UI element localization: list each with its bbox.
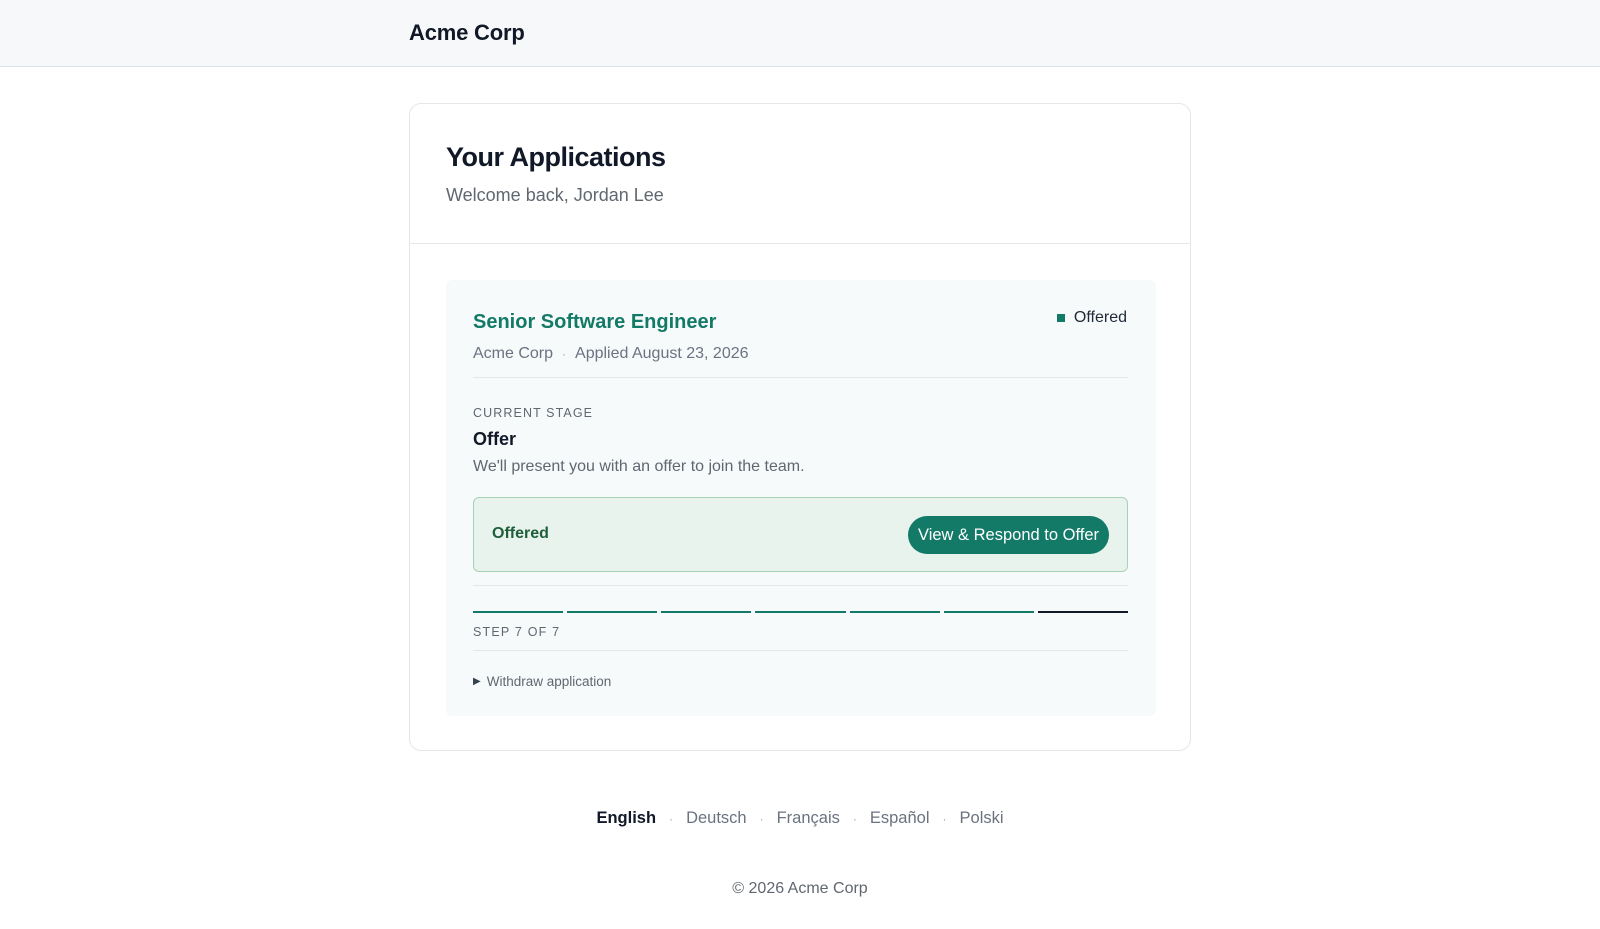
- applications-card: Your Applications Welcome back, Jordan L…: [409, 103, 1191, 751]
- divider: [473, 585, 1128, 586]
- language-switcher: English · Deutsch · Français · Español · Polski: [0, 809, 1600, 828]
- offer-status: Offered: [492, 525, 549, 542]
- stage-name: Offer: [473, 429, 517, 449]
- language-separator: ·: [852, 811, 857, 826]
- language-option[interactable]: Español: [870, 809, 930, 828]
- withdraw-application-toggle[interactable]: ▶ Withdraw application: [473, 674, 611, 689]
- brand-name[interactable]: Acme Corp: [409, 20, 525, 46]
- divider: [473, 377, 1128, 378]
- application-item: Senior Software Engineer Offered Acme Co…: [446, 280, 1156, 716]
- language-option[interactable]: English: [596, 809, 656, 828]
- applied-date: Applied August 23, 2026: [575, 345, 749, 362]
- view-respond-offer-button[interactable]: View & Respond to Offer: [908, 516, 1109, 554]
- withdraw-label: Withdraw application: [486, 674, 612, 689]
- language-separator: ·: [669, 811, 674, 826]
- language-option[interactable]: Deutsch: [686, 809, 747, 828]
- meta-separator: ·: [562, 347, 567, 361]
- company-name: Acme Corp: [473, 345, 554, 362]
- language-separator: ·: [942, 811, 947, 826]
- disclosure-triangle-icon: ▶: [473, 676, 481, 687]
- stage-description: We'll present you with an offer to join …: [473, 458, 805, 475]
- progress-segment: [567, 611, 658, 613]
- step-label: STEP 7 OF 7: [473, 625, 561, 639]
- progress-segment: [473, 611, 564, 613]
- language-option[interactable]: Français: [777, 809, 840, 828]
- status-badge: Offered: [1056, 309, 1127, 327]
- divider: [473, 650, 1128, 651]
- welcome-message: Welcome back, Jordan Lee: [446, 185, 664, 205]
- progress-segment: [943, 611, 1034, 613]
- language-option[interactable]: Polski: [960, 809, 1004, 828]
- copyright: © 2026 Acme Corp: [732, 880, 868, 897]
- application-meta: Acme Corp · Applied August 23, 2026: [473, 345, 749, 363]
- job-title-link[interactable]: Senior Software Engineer: [473, 311, 716, 334]
- current-stage-label: CURRENT STAGE: [473, 406, 594, 420]
- progress-segment: [1037, 611, 1128, 613]
- offer-box: Offered View & Respond to Offer: [473, 497, 1128, 572]
- square-dot-icon: [1056, 314, 1065, 322]
- card-header: Your Applications Welcome back, Jordan L…: [410, 104, 1190, 244]
- progress-segment: [849, 611, 940, 613]
- progress-bar: [473, 611, 1128, 614]
- status-badge-label: Offered: [1073, 309, 1127, 326]
- progress-segment: [661, 611, 752, 613]
- language-separator: ·: [759, 811, 764, 826]
- page-title: Your Applications: [446, 142, 666, 172]
- top-bar: Acme Corp: [0, 0, 1600, 67]
- progress-segment: [755, 611, 846, 613]
